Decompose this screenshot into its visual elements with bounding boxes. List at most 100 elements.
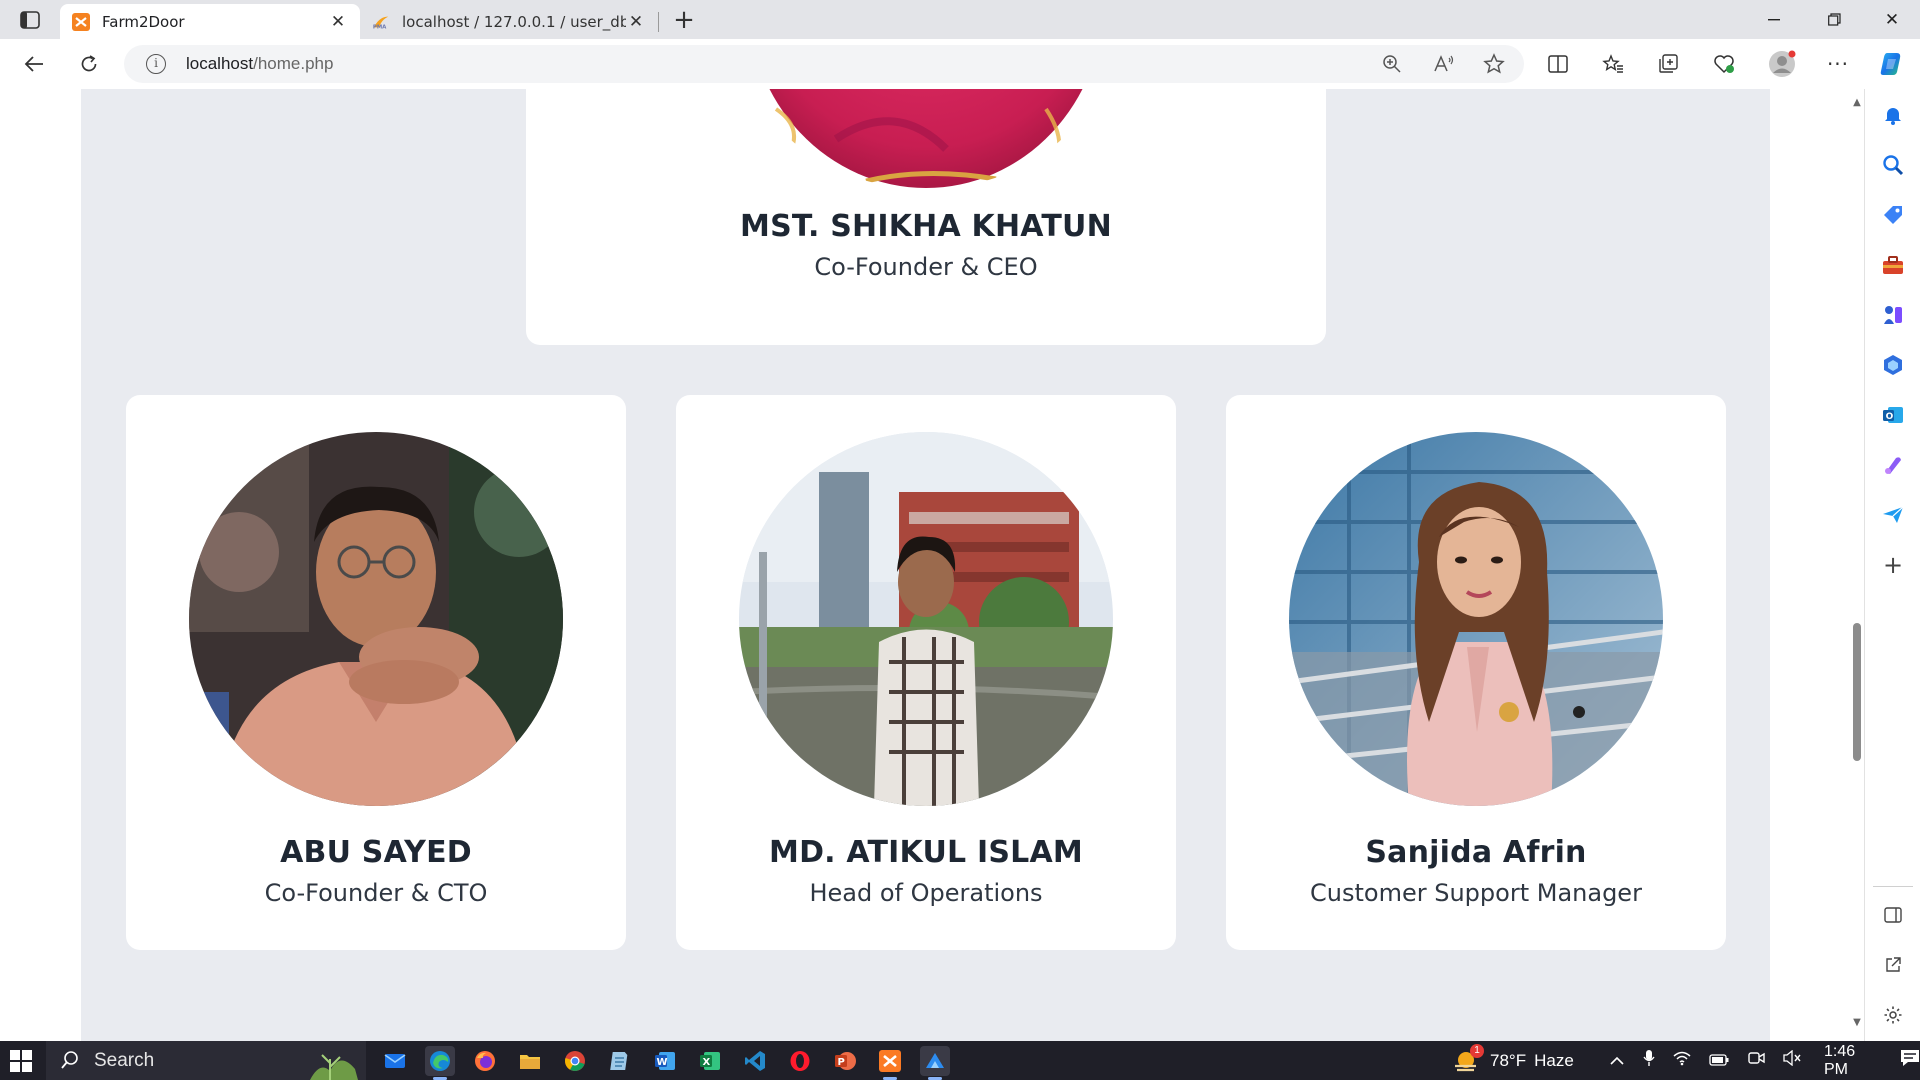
team-section: MST. SHIKHA KHATUN Co-Founder & CEO ABU … (81, 89, 1770, 1041)
svg-text:P: P (838, 1057, 845, 1068)
mail-app-icon[interactable] (380, 1046, 410, 1076)
microsoft-365-icon[interactable] (1877, 349, 1909, 381)
opera-app-icon[interactable] (785, 1046, 815, 1076)
weather-widget[interactable]: 1 78°F Haze (1452, 1041, 1574, 1080)
designer-icon[interactable] (1877, 449, 1909, 481)
tools-toolbox-icon[interactable] (1877, 249, 1909, 281)
member-name: Sanjida Afrin (1365, 835, 1587, 870)
camera-privacy-icon[interactable] (1747, 1050, 1765, 1071)
tab-separator (658, 12, 659, 32)
weather-alert-badge: 1 (1470, 1043, 1484, 1058)
games-icon[interactable] (1877, 299, 1909, 331)
read-aloud-icon[interactable] (1430, 50, 1458, 78)
sidebar-divider (1873, 886, 1913, 887)
address-bar[interactable]: i localhost/home.php (124, 45, 1524, 83)
xampp-favicon-icon (72, 12, 90, 31)
split-screen-icon[interactable] (1542, 48, 1574, 80)
weather-condition: Haze (1534, 1050, 1574, 1070)
svg-text:PMA: PMA (373, 24, 387, 30)
file-explorer-icon[interactable] (515, 1046, 545, 1076)
chrome-app-icon[interactable] (560, 1046, 590, 1076)
team-card: MD. ATIKUL ISLAM Head of Operations (676, 395, 1176, 950)
member-role: Co-Founder & CEO (814, 253, 1038, 281)
scroll-down-icon[interactable]: ▼ (1852, 1017, 1862, 1028)
scrollbar-thumb[interactable] (1853, 623, 1861, 761)
close-window-icon[interactable]: ✕ (1864, 0, 1920, 39)
notepad-app-icon[interactable] (605, 1046, 635, 1076)
new-tab-button[interactable]: + (668, 4, 700, 36)
member-photo (189, 432, 563, 806)
clock-time[interactable]: 1:46 PM (1824, 1043, 1864, 1079)
firefox-app-icon[interactable] (470, 1046, 500, 1076)
notification-center-icon[interactable] (1900, 1049, 1920, 1072)
scroll-up-icon[interactable]: ▲ (1852, 97, 1862, 108)
zoom-icon[interactable] (1378, 50, 1406, 78)
azure-data-studio-icon[interactable] (920, 1046, 950, 1080)
member-name: ABU SAYED (280, 835, 472, 870)
member-photo (1289, 432, 1663, 806)
svg-text:W: W (657, 1057, 668, 1068)
favorite-star-icon[interactable] (1480, 50, 1508, 78)
edge-sidebar: O + (1864, 89, 1920, 1041)
tab-title: Farm2Door (102, 12, 185, 31)
favorites-icon[interactable] (1597, 48, 1629, 80)
member-role: Co-Founder & CTO (264, 879, 488, 907)
svg-text:O: O (1886, 412, 1894, 422)
close-tab-icon[interactable]: ✕ (328, 12, 348, 32)
tab-actions-icon[interactable] (14, 8, 46, 32)
svg-text:X: X (703, 1057, 711, 1068)
powerpoint-app-icon[interactable]: P (830, 1046, 860, 1076)
windows-start-icon[interactable] (10, 1050, 32, 1072)
vscode-app-icon[interactable] (740, 1046, 770, 1076)
shopping-tag-icon[interactable] (1877, 199, 1909, 231)
search-icon (60, 1050, 80, 1074)
member-name: MD. ATIKUL ISLAM (769, 835, 1083, 870)
profile-avatar[interactable] (1766, 48, 1798, 80)
search-icon[interactable] (1877, 149, 1909, 181)
member-photo (739, 432, 1113, 806)
team-card-featured: MST. SHIKHA KHATUN Co-Founder & CEO (526, 89, 1326, 345)
copilot-icon[interactable] (1876, 48, 1908, 80)
collections-icon[interactable] (1652, 48, 1684, 80)
site-info-icon[interactable]: i (146, 54, 166, 74)
outlook-icon[interactable]: O (1877, 399, 1909, 431)
weather-haze-icon: 1 (1452, 1043, 1484, 1076)
search-highlight-plant-icon (300, 1041, 360, 1080)
tab-phpmyadmin[interactable]: PMA localhost / 127.0.0.1 / user_db / p … (360, 4, 658, 39)
member-role: Head of Operations (809, 879, 1043, 907)
wifi-icon[interactable] (1673, 1050, 1691, 1071)
page-scrollbar[interactable]: ▲ ▼ (1850, 89, 1864, 1041)
microphone-icon[interactable] (1643, 1049, 1655, 1072)
restore-icon[interactable] (1806, 0, 1862, 39)
team-card: ABU SAYED Co-Founder & CTO (126, 395, 626, 950)
page-left-margin (0, 89, 81, 1041)
add-sidebar-app-icon[interactable]: + (1877, 549, 1909, 581)
tab-farm2door[interactable]: Farm2Door ✕ (60, 4, 360, 39)
hide-sidebar-icon[interactable] (1877, 899, 1909, 931)
show-hidden-icons-chevron-icon[interactable] (1610, 1051, 1624, 1071)
back-icon[interactable] (18, 48, 50, 80)
excel-app-icon[interactable]: X (695, 1046, 725, 1076)
xampp-app-icon[interactable] (875, 1046, 905, 1080)
word-app-icon[interactable]: W (650, 1046, 680, 1076)
minimize-icon[interactable] (1746, 0, 1802, 39)
external-link-icon[interactable] (1877, 949, 1909, 981)
refresh-icon[interactable] (73, 48, 105, 80)
sidebar-settings-gear-icon[interactable] (1877, 999, 1909, 1031)
browser-essentials-icon[interactable] (1708, 48, 1740, 80)
taskbar-search-box[interactable]: Search (46, 1041, 366, 1080)
battery-icon[interactable] (1709, 1051, 1729, 1071)
edge-app-icon[interactable] (425, 1046, 455, 1080)
volume-muted-icon[interactable] (1783, 1049, 1801, 1071)
settings-more-icon[interactable]: ··· (1822, 48, 1854, 80)
url-text[interactable]: localhost/home.php (186, 54, 333, 74)
member-role: Customer Support Manager (1310, 879, 1642, 907)
browser-toolbar: i localhost/home.php ··· (0, 39, 1920, 89)
tab-title: localhost / 127.0.0.1 / user_db / p (402, 12, 626, 31)
team-card: Sanjida Afrin Customer Support Manager (1226, 395, 1726, 950)
send-icon[interactable] (1877, 499, 1909, 531)
browser-tab-bar: Farm2Door ✕ PMA localhost / 127.0.0.1 / … (0, 0, 1920, 39)
notifications-bell-icon[interactable] (1877, 99, 1909, 131)
close-tab-icon[interactable]: ✕ (626, 12, 646, 32)
ceo-photo (746, 89, 1106, 189)
